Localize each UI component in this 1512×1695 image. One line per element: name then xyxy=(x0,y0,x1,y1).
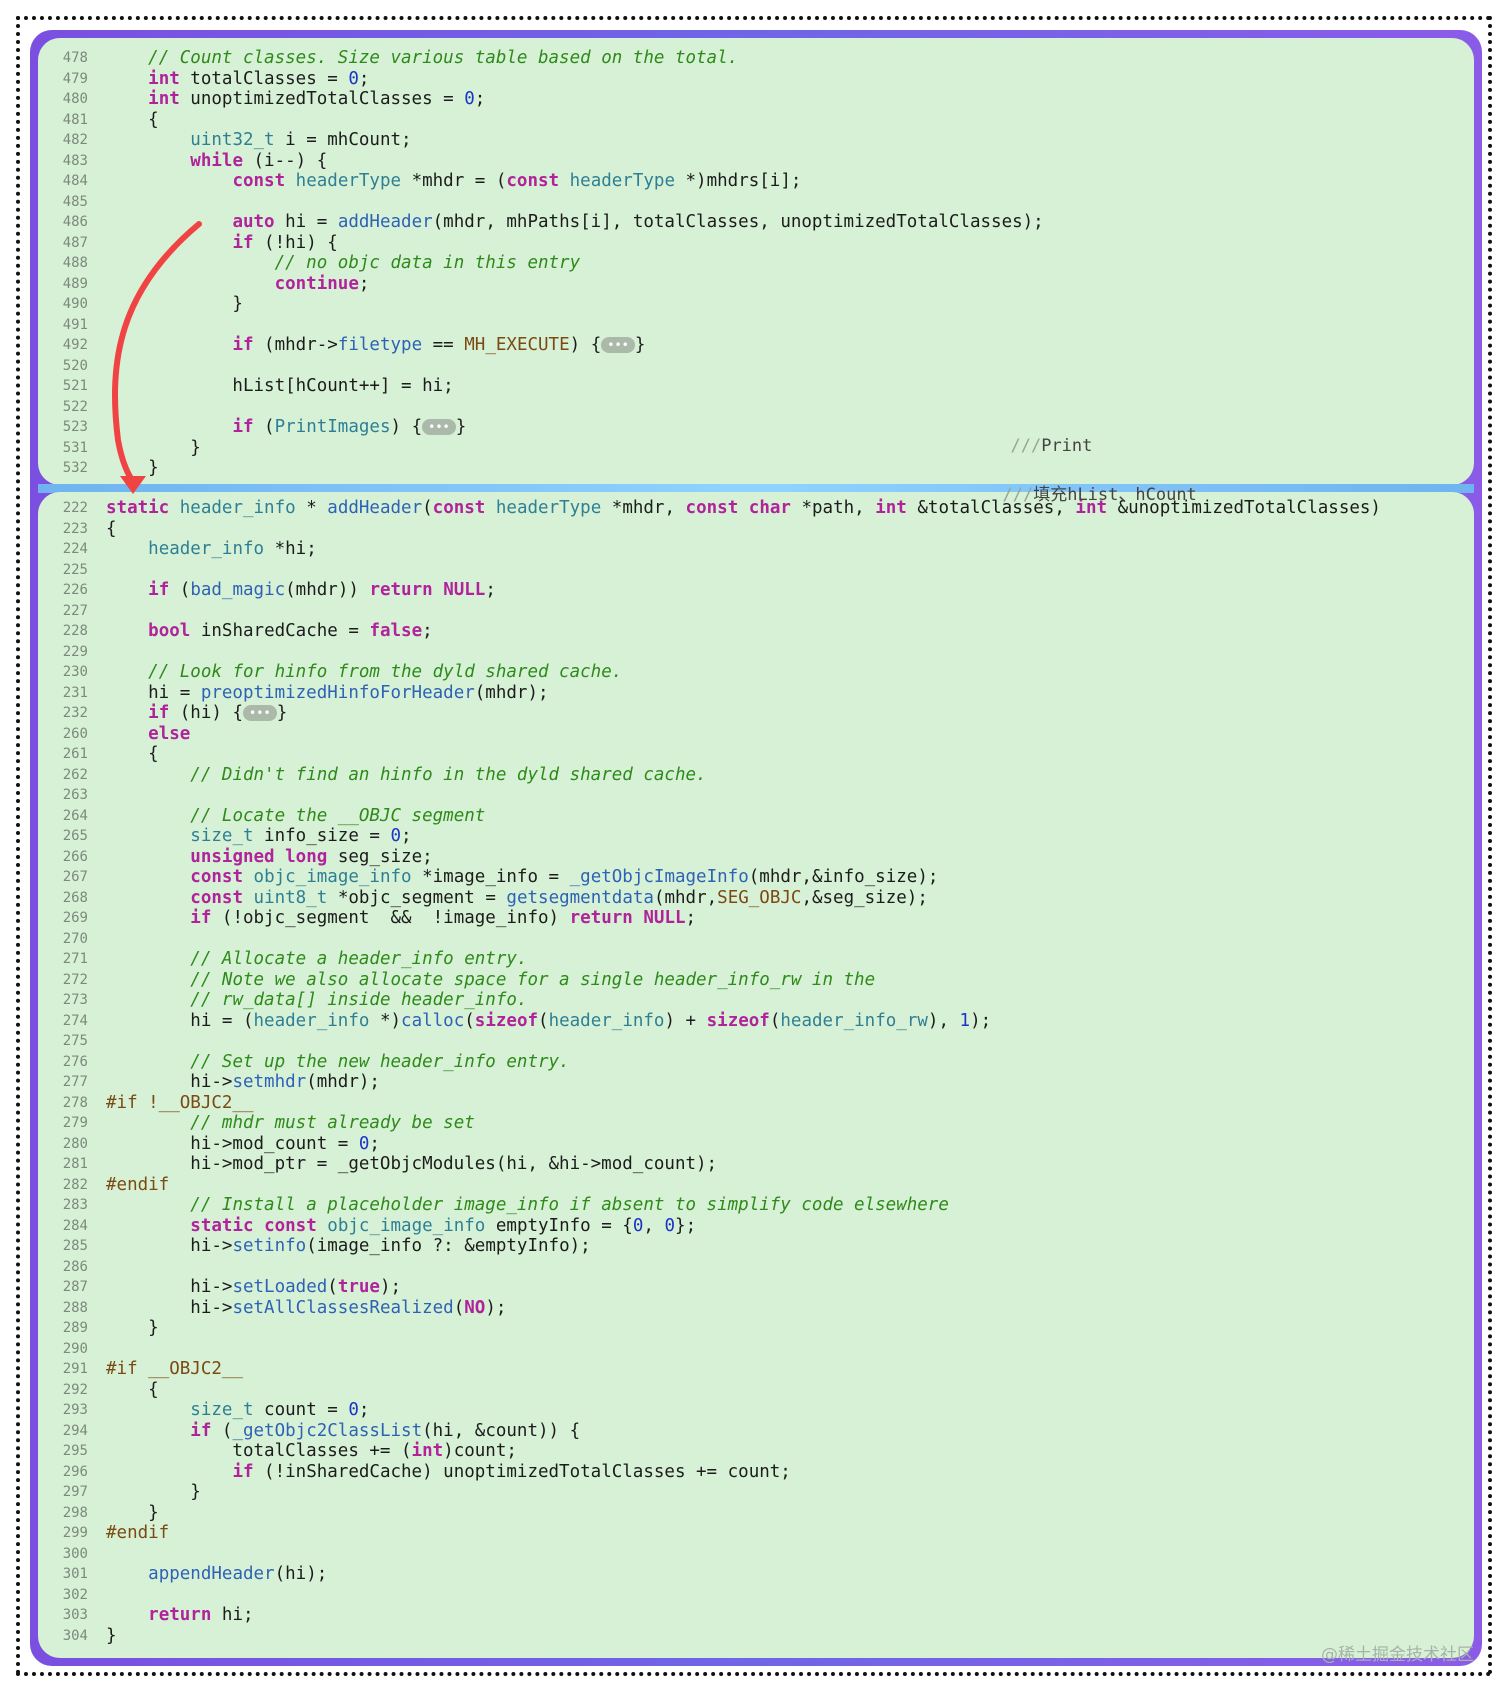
call-arrow xyxy=(111,221,202,494)
watermark: @稀土掘金技术社区 xyxy=(1321,1645,1474,1665)
